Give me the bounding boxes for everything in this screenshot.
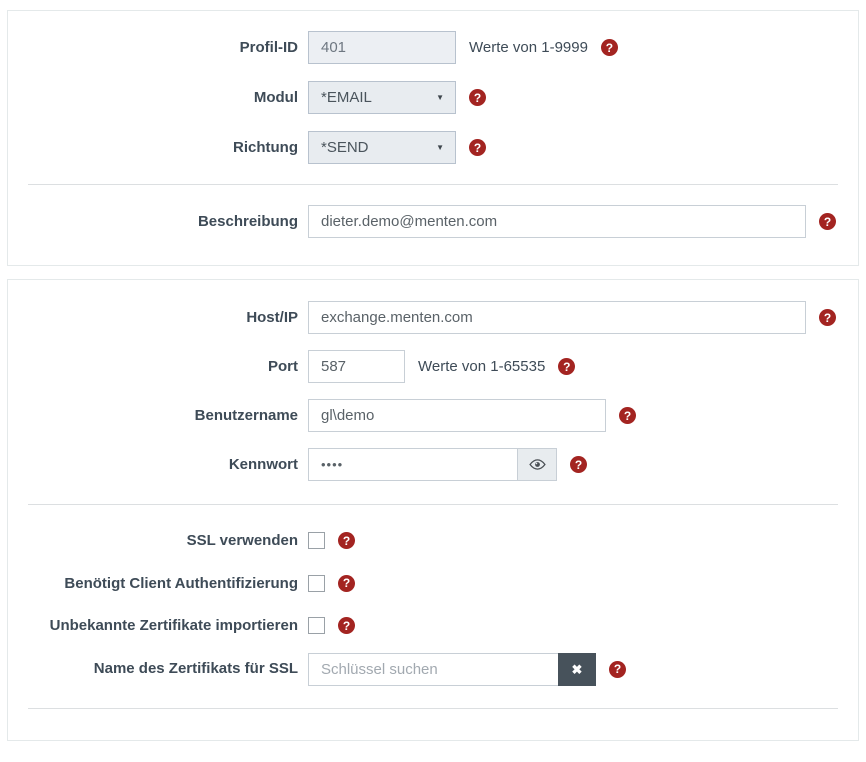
ssl-verwenden-row: SSL verwenden ? [28, 531, 838, 551]
kennwort-input[interactable] [308, 448, 517, 481]
zertifikat-search-group: ✖ [308, 653, 596, 686]
unbekannte-zertifikate-label: Unbekannte Zertifikate importieren [28, 616, 298, 636]
richtung-label: Richtung [28, 138, 298, 158]
modul-help-icon[interactable]: ? [469, 89, 486, 106]
client-auth-checkbox[interactable] [308, 575, 325, 592]
host-label: Host/IP [28, 308, 298, 328]
modul-row: Modul *EMAIL ▼ ? [28, 81, 838, 114]
benutzername-row: Benutzername ? [28, 399, 838, 432]
profile-form-page: Profil-ID Werte von 1-9999 ? Modul *EMAI… [0, 0, 866, 741]
beschreibung-input[interactable] [308, 205, 806, 238]
port-hint: Werte von 1-65535 [418, 358, 545, 375]
richtung-row: Richtung *SEND ▼ ? [28, 131, 838, 164]
unbekannte-zertifikate-row: Unbekannte Zertifikate importieren ? [28, 616, 838, 636]
richtung-select[interactable]: *SEND ▼ [308, 131, 456, 164]
port-help-icon[interactable]: ? [558, 358, 575, 375]
modul-select-value: *EMAIL [321, 89, 372, 106]
zertifikat-search-input[interactable] [308, 653, 558, 686]
richtung-help-icon[interactable]: ? [469, 139, 486, 156]
benutzername-input[interactable] [308, 399, 606, 432]
zertifikat-ssl-label: Name des Zertifikats für SSL [28, 659, 298, 679]
kennwort-label: Kennwort [28, 455, 298, 475]
modul-label: Modul [28, 88, 298, 108]
port-label: Port [28, 357, 298, 377]
benutzername-label: Benutzername [28, 406, 298, 426]
kennwort-help-icon[interactable]: ? [570, 456, 587, 473]
profil-id-row: Profil-ID Werte von 1-9999 ? [28, 31, 838, 64]
host-input[interactable] [308, 301, 806, 334]
modul-select[interactable]: *EMAIL ▼ [308, 81, 456, 114]
profile-panel: Profil-ID Werte von 1-9999 ? Modul *EMAI… [7, 10, 859, 266]
benutzername-help-icon[interactable]: ? [619, 407, 636, 424]
clear-certificate-button[interactable]: ✖ [558, 653, 596, 686]
unbekannte-zertifikate-help-icon[interactable]: ? [338, 617, 355, 634]
kennwort-input-group [308, 448, 557, 481]
password-visibility-toggle[interactable] [517, 448, 557, 481]
close-icon: ✖ [572, 663, 583, 676]
client-auth-row: Benötigt Client Authentifizierung ? [28, 574, 838, 594]
connection-panel: Host/IP ? Port Werte von 1-65535 ? Benut… [7, 279, 859, 741]
client-auth-help-icon[interactable]: ? [338, 575, 355, 592]
port-row: Port Werte von 1-65535 ? [28, 350, 838, 383]
beschreibung-label: Beschreibung [28, 212, 298, 232]
chevron-down-icon: ▼ [436, 144, 444, 152]
zertifikat-ssl-row: Name des Zertifikats für SSL ✖ ? [28, 653, 838, 686]
unbekannte-zertifikate-checkbox[interactable] [308, 617, 325, 634]
section-divider [28, 184, 838, 185]
eye-icon [529, 456, 546, 473]
profil-id-help-icon[interactable]: ? [601, 39, 618, 56]
chevron-down-icon: ▼ [436, 94, 444, 102]
profil-id-hint: Werte von 1-9999 [469, 39, 588, 56]
profil-id-label: Profil-ID [28, 38, 298, 58]
ssl-verwenden-label: SSL verwenden [28, 531, 298, 551]
section-divider [28, 504, 838, 505]
zertifikat-ssl-help-icon[interactable]: ? [609, 661, 626, 678]
beschreibung-help-icon[interactable]: ? [819, 213, 836, 230]
host-help-icon[interactable]: ? [819, 309, 836, 326]
client-auth-label: Benötigt Client Authentifizierung [28, 574, 298, 594]
richtung-select-value: *SEND [321, 139, 369, 156]
port-input[interactable] [308, 350, 405, 383]
host-row: Host/IP ? [28, 301, 838, 334]
ssl-verwenden-checkbox[interactable] [308, 532, 325, 549]
ssl-verwenden-help-icon[interactable]: ? [338, 532, 355, 549]
section-divider [28, 708, 838, 709]
kennwort-row: Kennwort ? [28, 448, 838, 481]
beschreibung-row: Beschreibung ? [28, 205, 838, 238]
profil-id-input[interactable] [308, 31, 456, 64]
